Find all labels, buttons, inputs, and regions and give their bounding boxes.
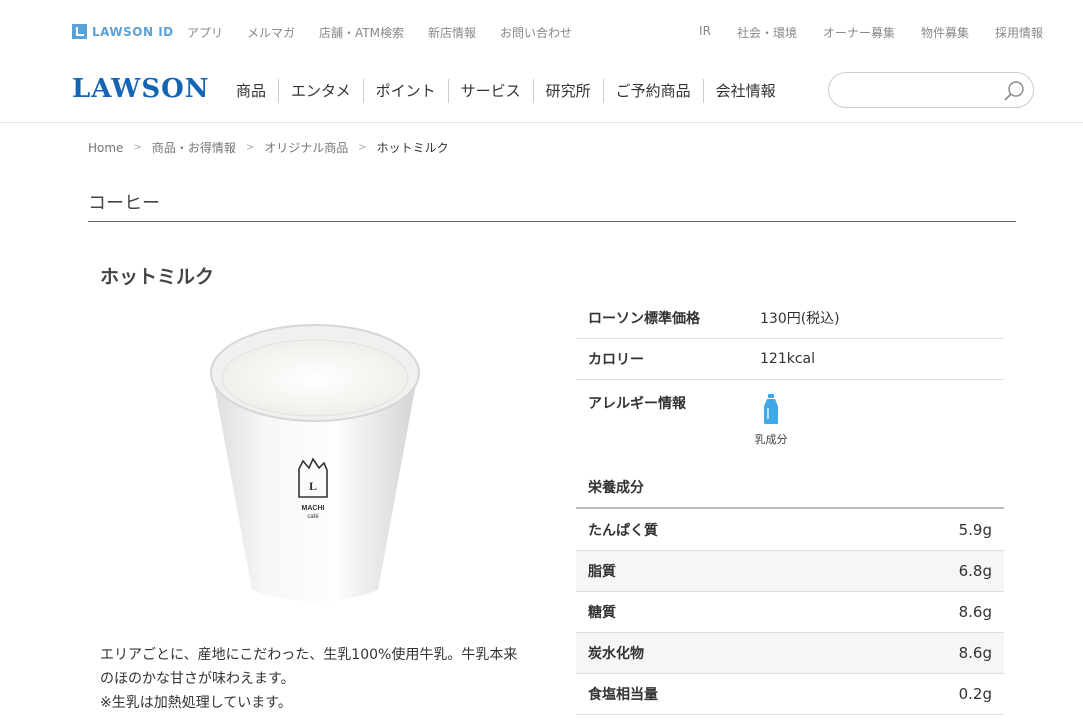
utility-link-property[interactable]: 物件募集 [921, 24, 969, 41]
utility-link-new-stores[interactable]: 新店情報 [428, 24, 476, 41]
price-value: 130円(税込) [760, 311, 840, 327]
description-note: ※生乳は加熱処理しています。 [100, 695, 292, 711]
nav-item-products[interactable]: 商品 [224, 79, 280, 103]
breadcrumb-products[interactable]: 商品・お得情報 [152, 139, 236, 156]
svg-text:café: café [307, 514, 319, 520]
price-label: ローソン標準価格 [588, 311, 700, 327]
breadcrumb-separator-icon: > [245, 142, 255, 153]
category-heading: コーヒー [88, 189, 1016, 222]
utility-link-contact[interactable]: お問い合わせ [500, 24, 572, 41]
nutrition-label: 糖質 [588, 605, 616, 621]
nutrition-value: 5.9g [958, 521, 992, 539]
utility-link-app[interactable]: アプリ [187, 24, 223, 41]
search-box [828, 72, 1034, 108]
allergy-label: アレルギー情報 [588, 396, 686, 412]
table-row: 食塩相当量 0.2g [576, 674, 1004, 715]
nutrition-label: 炭水化物 [588, 646, 644, 662]
nav-item-points[interactable]: ポイント [364, 79, 449, 103]
breadcrumb: Home > 商品・お得情報 > オリジナル商品 > ホットミルク [88, 139, 449, 156]
table-row: 糖質 8.6g [576, 592, 1004, 633]
nav-menu: 商品 エンタメ ポイント サービス 研究所 ご予約商品 会社情報 [224, 79, 788, 103]
milk-bottle-icon [764, 394, 778, 424]
nutrition-value: 8.6g [958, 644, 992, 662]
table-row: 炭水化物 8.6g [576, 633, 1004, 674]
nutrition-label: たんぱく質 [588, 523, 658, 539]
calorie-row: カロリー 121kcal [576, 339, 1004, 380]
nutrition-label: 食塩相当量 [588, 687, 658, 703]
nav-item-services[interactable]: サービス [449, 79, 534, 103]
lawson-logo[interactable]: LAWSON [72, 74, 210, 104]
main-navigation: LAWSON 商品 エンタメ ポイント サービス 研究所 ご予約商品 会社情報 [0, 62, 1083, 123]
product-title: ホットミルク [100, 266, 215, 288]
nutrition-value: 8.6g [958, 603, 992, 621]
utility-link-newsletter[interactable]: メルマガ [247, 24, 295, 41]
product-description: エリアごとに、産地にこだわった、生乳100%使用牛乳。牛乳本来のほのかな甘さが味… [100, 643, 530, 715]
utility-link-ir[interactable]: IR [699, 24, 711, 41]
svg-text:MACHI: MACHI [302, 505, 325, 512]
search-icon[interactable] [1003, 80, 1025, 102]
breadcrumb-separator-icon: > [358, 142, 367, 153]
description-text: エリアごとに、産地にこだわった、生乳100%使用牛乳。牛乳本来のほのかな甘さが味… [100, 647, 518, 687]
utility-link-store-search[interactable]: 店舗・ATM検索 [319, 24, 404, 41]
utility-links-right: IR 社会・環境 オーナー募集 物件募集 採用情報 [673, 24, 1043, 41]
nav-item-entertainment[interactable]: エンタメ [279, 79, 364, 103]
nav-item-reservations[interactable]: ご予約商品 [604, 79, 704, 103]
calorie-value: 121kcal [760, 351, 815, 367]
utility-link-recruit[interactable]: 採用情報 [995, 24, 1043, 41]
lawson-id-icon [72, 24, 87, 39]
utility-links-left: アプリ メルマガ 店舗・ATM検索 新店情報 お問い合わせ [187, 24, 596, 41]
lawson-id-label: LAWSON ID [92, 24, 174, 39]
price-row: ローソン標準価格 130円(税込) [576, 298, 1004, 339]
search-input[interactable] [843, 80, 1003, 100]
utility-link-owner[interactable]: オーナー募集 [823, 24, 895, 41]
utility-link-society[interactable]: 社会・環境 [737, 24, 797, 41]
svg-text:L: L [309, 479, 317, 493]
product-image: L MACHI café [210, 324, 420, 602]
utility-bar: LAWSON ID アプリ メルマガ 店舗・ATM検索 新店情報 お問い合わせ … [0, 0, 1083, 62]
lawson-id-link[interactable]: LAWSON ID [72, 24, 174, 39]
nutrition-value: 6.8g [958, 562, 992, 580]
nutrition-heading: 栄養成分 [576, 468, 1004, 509]
nutrition-value: 0.2g [958, 685, 992, 703]
nutrition-table: たんぱく質 5.9g 脂質 6.8g 糖質 8.6g 炭水化物 8.6g 食塩相… [576, 510, 1004, 715]
table-row: 脂質 6.8g [576, 551, 1004, 592]
breadcrumb-original[interactable]: オリジナル商品 [264, 139, 348, 156]
breadcrumb-current: ホットミルク [376, 141, 449, 155]
nav-item-company[interactable]: 会社情報 [704, 79, 788, 103]
breadcrumb-separator-icon: > [133, 142, 142, 153]
allergy-item-label: 乳成分 [754, 433, 788, 446]
table-row: たんぱく質 5.9g [576, 510, 1004, 551]
breadcrumb-home[interactable]: Home [88, 141, 123, 155]
nutrition-label: 脂質 [588, 564, 616, 580]
allergy-item-milk: 乳成分 [748, 393, 794, 447]
nav-item-lab[interactable]: 研究所 [534, 79, 604, 103]
calorie-label: カロリー [588, 352, 644, 368]
